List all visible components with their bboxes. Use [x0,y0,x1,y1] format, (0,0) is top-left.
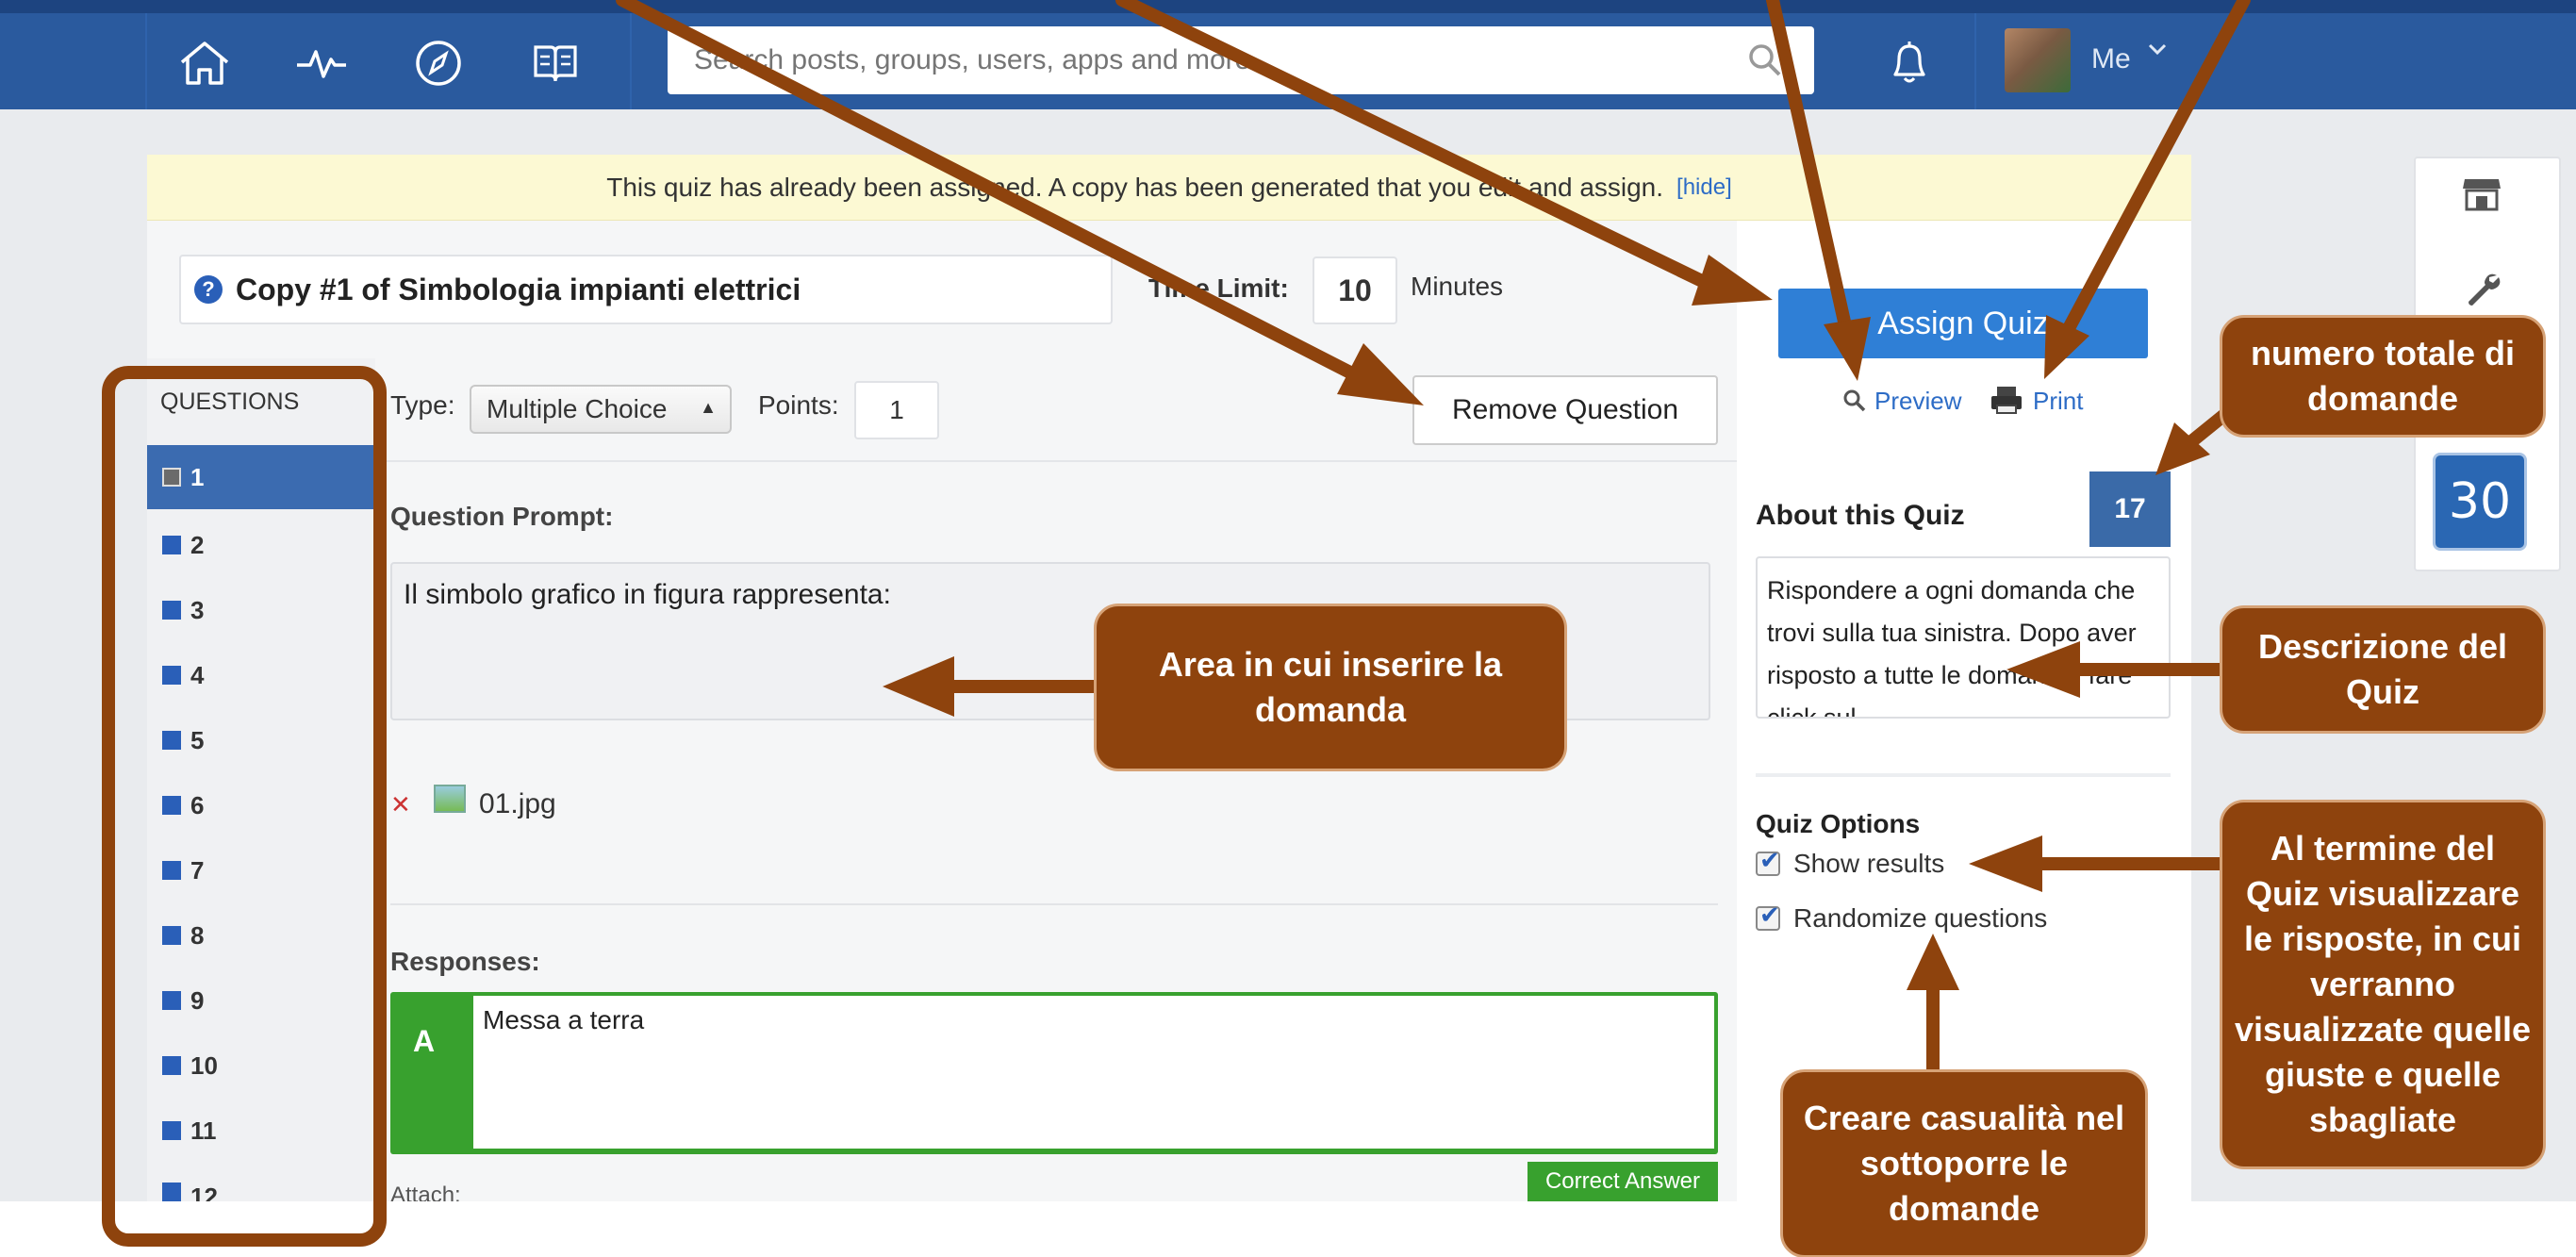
callout-show-results: Al termine del Quiz visualizzare le risp… [2220,800,2546,1169]
callout-randomize: Creare casualità nel sottoporre le doman… [1780,1069,2148,1257]
arrow-print [2060,0,2251,339]
arrow-assign [1115,0,1709,288]
callout-total-questions: numero totale di domande [2220,315,2546,438]
questions-highlight [102,366,387,1247]
callout-prompt-area: Area in cui inserire la domanda [1094,604,1567,771]
arrow-preview [1766,0,1853,337]
callout-description: Descrizione del Quiz [2220,605,2546,734]
